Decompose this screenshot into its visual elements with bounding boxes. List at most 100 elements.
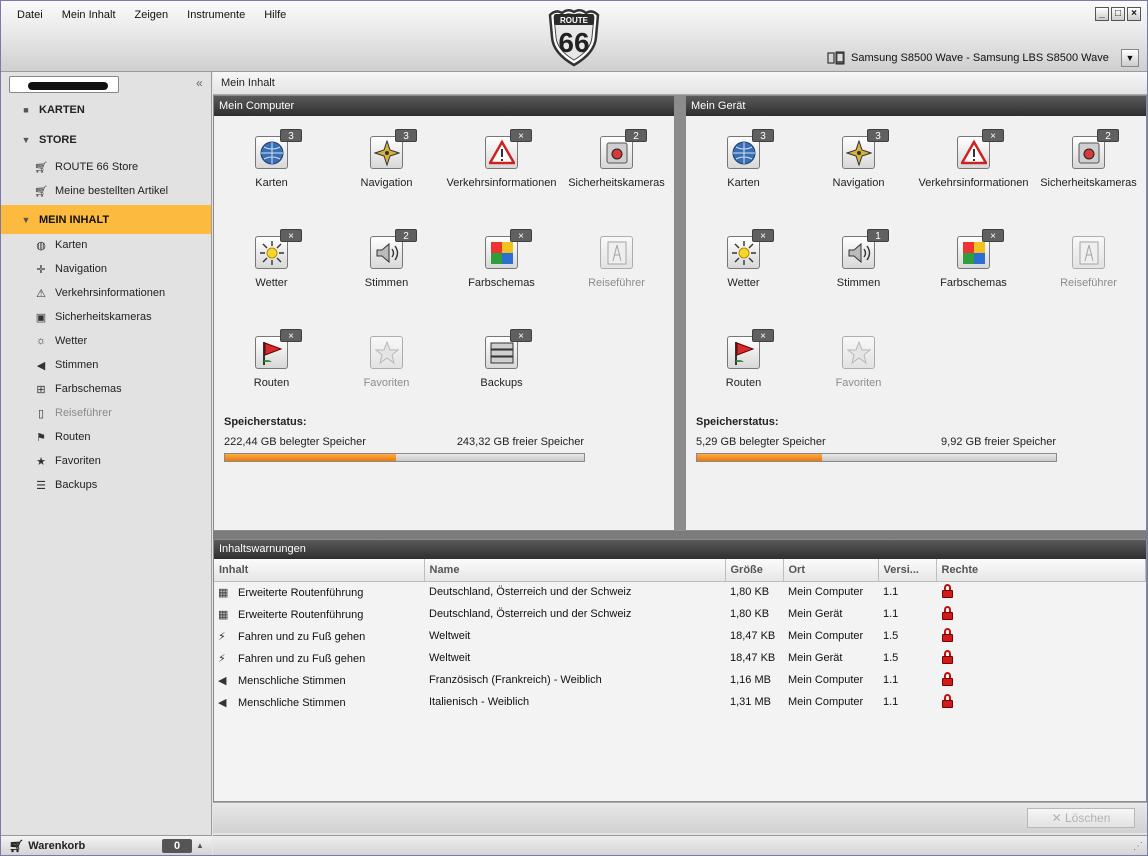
tile-backups[interactable]: × Backups <box>444 316 559 396</box>
storage-bar-fill <box>225 454 397 461</box>
sidebar-item-route66-store[interactable]: 🛒︎ ROUTE 66 Store <box>1 155 211 179</box>
tile-wetter[interactable]: × Wetter <box>686 216 801 296</box>
tile-badge: × <box>280 329 302 342</box>
warnings-table: Inhalt Name Größe Ort Versi... Rechte ▦ E… <box>214 559 1146 713</box>
minimize-button[interactable]: _ <box>1095 7 1109 21</box>
sidebar-item-label: Navigation <box>55 263 107 275</box>
panel-title: Mein Gerät <box>686 96 1146 116</box>
table-row[interactable]: ⚡︎ Fahren und zu Fuß gehen Weltweit 18,47 K… <box>214 647 1146 669</box>
tile-kameras[interactable]: 2 Sicherheitskameras <box>1031 116 1146 196</box>
sidebar-item-kameras[interactable]: ▣ Sicherheitskameras <box>1 305 211 329</box>
cart-bar[interactable]: 🛒︎ Warenkorb 0 ▲ <box>1 835 212 855</box>
resize-grip-icon[interactable]: ⋰ <box>1133 841 1143 852</box>
tile-badge: 3 <box>752 129 774 142</box>
table-row[interactable]: ▦ Erweiterte Routenführung Deutschland, Ös… <box>214 581 1146 603</box>
sidebar-section-label: MEIN INHALT <box>39 213 110 226</box>
tile-stimmen[interactable]: 1 Stimmen <box>801 216 916 296</box>
tile-reisefuehrer[interactable]: Reiseführer <box>1031 216 1146 296</box>
table-row[interactable]: ◀︎ Menschliche Stimmen Italienisch - Weibl… <box>214 691 1146 713</box>
col-ort[interactable]: Ort <box>783 559 879 582</box>
device-selector[interactable]: Samsung S8500 Wave - Samsung LBS S8500 W… <box>827 48 1139 67</box>
tile-verkehr[interactable]: × Verkehrsinformationen <box>916 116 1031 196</box>
sidebar-section-mein-inhalt[interactable]: ▼ MEIN INHALT <box>1 205 211 234</box>
cell-inhalt: Fahren und zu Fuß gehen <box>238 652 366 665</box>
lock-icon[interactable] <box>941 671 954 686</box>
col-rechte[interactable]: Rechte <box>936 559 1146 582</box>
delete-button[interactable]: ✕ Löschen <box>1027 808 1135 828</box>
collapse-sidebar-icon[interactable]: « <box>196 76 203 90</box>
col-groesse[interactable]: Größe <box>725 559 784 582</box>
device-dropdown-arrow-icon[interactable]: ▼ <box>1121 48 1139 67</box>
sidebar-item-label: Verkehrsinformationen <box>55 287 166 299</box>
sidebar-item-stimmen[interactable]: ◀︎ Stimmen <box>1 353 211 377</box>
tile-navigation[interactable]: 3 Navigation <box>801 116 916 196</box>
search-input[interactable] <box>9 76 119 93</box>
sidebar-item-reisefuehrer[interactable]: ▯ Reiseführer <box>1 401 211 425</box>
sidebar-item-label: Farbschemas <box>55 383 122 395</box>
storage-bar-fill <box>697 454 822 461</box>
sidebar-item-label: Backups <box>55 479 98 491</box>
storage-free: 9,92 GB freier Speicher <box>941 436 1056 448</box>
cell-ort: Mein Gerät <box>788 652 843 664</box>
compass-icon: ✛ <box>36 263 46 276</box>
tile-reisefuehrer[interactable]: Reiseführer <box>559 216 674 296</box>
sidebar-section-store[interactable]: ▼ STORE <box>1 128 211 152</box>
tile-label: Verkehrsinformationen <box>918 177 1029 189</box>
cell-name: Deutschland, Österreich und der Schweiz <box>429 586 632 599</box>
sidebar-item-navigation[interactable]: ✛ Navigation <box>1 257 211 281</box>
tile-stimmen[interactable]: 2 Stimmen <box>329 216 444 296</box>
menu-instrumente[interactable]: Instrumente <box>187 9 245 21</box>
tile-wetter[interactable]: × Wetter <box>214 216 329 296</box>
menu-datei[interactable]: Datei <box>17 9 43 21</box>
tile-label: Karten <box>255 177 288 189</box>
sidebar-item-verkehr[interactable]: ⚠︎ Verkehrsinformationen <box>1 281 211 305</box>
col-inhalt[interactable]: Inhalt <box>214 559 425 582</box>
sidebar-item-ordered[interactable]: 🛒︎ Meine bestellten Artikel <box>1 179 211 203</box>
cell-version: 1.5 <box>883 630 899 642</box>
sidebar-item-karten[interactable]: ◍ Karten <box>1 233 211 257</box>
sidebar-item-favoriten[interactable]: ★ Favoriten <box>1 449 211 473</box>
tile-favoriten[interactable]: Favoriten <box>329 316 444 396</box>
table-row[interactable]: ⚡︎ Fahren und zu Fuß gehen Weltweit 18,47 K… <box>214 625 1146 647</box>
triangle-down-icon: ▼ <box>21 214 31 225</box>
tile-karten[interactable]: 3 Karten <box>214 116 329 196</box>
lock-icon[interactable] <box>941 583 954 598</box>
walking-icon: ⚡︎ <box>218 630 226 643</box>
lock-icon[interactable] <box>941 649 954 664</box>
cell-name: Französisch (Frankreich) - Weiblich <box>429 674 602 686</box>
sidebar-item-farbschemas[interactable]: ⊞ Farbschemas <box>1 377 211 401</box>
horizontal-splitter[interactable] <box>213 531 1147 539</box>
menu-mein-inhalt[interactable]: Mein Inhalt <box>62 9 116 21</box>
menu-zeigen[interactable]: Zeigen <box>135 9 169 21</box>
col-name[interactable]: Name <box>424 559 726 582</box>
tile-karten[interactable]: 3 Karten <box>686 116 801 196</box>
tile-farbschemas[interactable]: × Farbschemas <box>916 216 1031 296</box>
table-row[interactable]: ▦ Erweiterte Routenführung Deutschland, Ös… <box>214 603 1146 625</box>
tile-navigation[interactable]: 3 Navigation <box>329 116 444 196</box>
close-button[interactable]: × <box>1127 7 1141 21</box>
lock-icon[interactable] <box>941 693 954 708</box>
tile-farbschemas[interactable]: × Farbschemas <box>444 216 559 296</box>
tile-badge: × <box>510 129 532 142</box>
sidebar-item-routen[interactable]: ⚑ Routen <box>1 425 211 449</box>
menu-hilfe[interactable]: Hilfe <box>264 9 286 21</box>
tile-routen[interactable]: × Routen <box>214 316 329 396</box>
star-icon <box>842 336 875 369</box>
logo-route-text: ROUTE <box>560 16 589 25</box>
maximize-button[interactable]: □ <box>1111 7 1125 21</box>
tile-kameras[interactable]: 2 Sicherheitskameras <box>559 116 674 196</box>
tile-verkehr[interactable]: × Verkehrsinformationen <box>444 116 559 196</box>
col-version[interactable]: Versi... <box>878 559 937 582</box>
tile-favoriten[interactable]: Favoriten <box>801 316 916 396</box>
tile-routen[interactable]: × Routen <box>686 316 801 396</box>
sidebar-item-wetter[interactable]: ☼ Wetter <box>1 329 211 353</box>
panel-divider[interactable] <box>675 95 685 531</box>
expand-up-icon[interactable]: ▲ <box>196 841 208 850</box>
lock-icon[interactable] <box>941 605 954 620</box>
sidebar-item-label: Karten <box>55 239 88 251</box>
cell-version: 1.1 <box>883 586 899 599</box>
lock-icon[interactable] <box>941 627 954 642</box>
table-row[interactable]: ◀︎ Menschliche Stimmen Französisch (Frankr… <box>214 669 1146 691</box>
sidebar-item-backups[interactable]: ☰ Backups <box>1 473 211 497</box>
sidebar-section-karten[interactable]: ■ KARTEN <box>1 98 211 122</box>
